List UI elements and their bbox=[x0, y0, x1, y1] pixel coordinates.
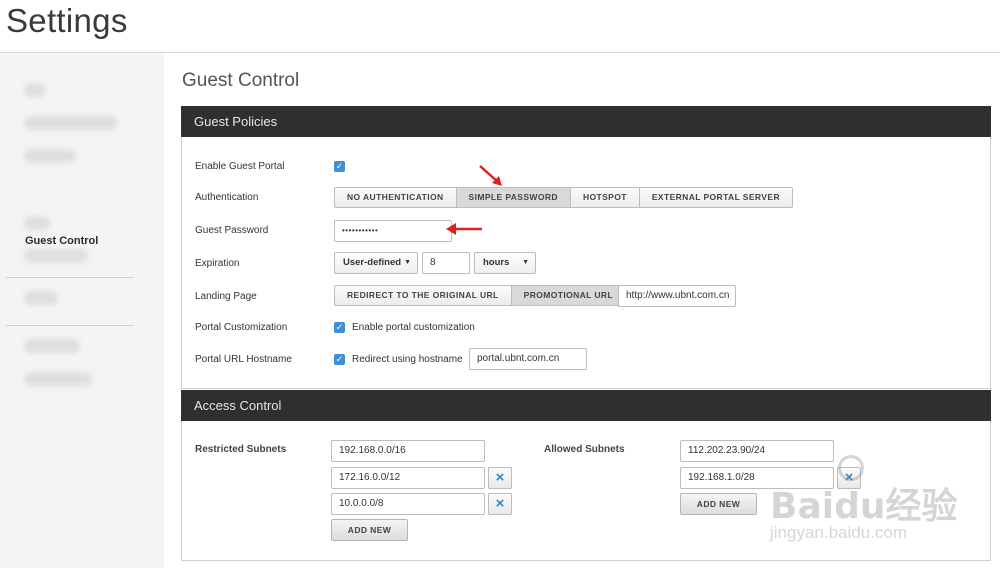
sidebar-divider bbox=[6, 325, 134, 326]
expiration-unit-select[interactable]: hours ▼ bbox=[474, 252, 536, 274]
restricted-subnet-input[interactable]: 172.16.0.0/12 bbox=[331, 467, 485, 489]
allowed-subnets-label: Allowed Subnets bbox=[544, 444, 625, 455]
sidebar-item-blurred[interactable] bbox=[24, 83, 46, 97]
auth-option-hotspot[interactable]: HOTSPOT bbox=[571, 188, 640, 207]
guest-password-label: Guest Password bbox=[195, 225, 269, 236]
portal-hostname-text: Redirect using hostname bbox=[352, 354, 463, 365]
portal-customization-label: Portal Customization bbox=[195, 322, 288, 333]
add-restricted-subnet-button[interactable]: ADD NEW bbox=[331, 519, 408, 541]
landing-page-url-input[interactable]: http://www.ubnt.com.cn bbox=[618, 285, 736, 307]
expiration-unit-value: hours bbox=[483, 257, 510, 268]
expiration-mode-value: User-defined bbox=[343, 257, 402, 268]
sidebar-item-guest-control[interactable]: Guest Control bbox=[25, 235, 98, 247]
baidu-watermark: Baidu经验 jingyan.baidu.com bbox=[770, 455, 995, 565]
auth-option-no-authentication[interactable]: NO AUTHENTICATION bbox=[335, 188, 457, 207]
authentication-label: Authentication bbox=[195, 192, 259, 203]
enable-guest-portal-checkbox[interactable]: ✓ bbox=[334, 161, 345, 172]
landing-option-redirect-original[interactable]: REDIRECT TO THE ORIGINAL URL bbox=[335, 286, 512, 305]
auth-option-external-portal-server[interactable]: EXTERNAL PORTAL SERVER bbox=[640, 188, 792, 207]
access-control-header: Access Control bbox=[181, 390, 991, 421]
caret-down-icon: ▼ bbox=[404, 259, 411, 266]
sidebar-item-blurred[interactable] bbox=[24, 216, 50, 230]
section-title: Guest Control bbox=[182, 70, 300, 91]
expiration-amount-input[interactable]: 8 bbox=[422, 252, 470, 274]
guest-password-input[interactable]: ••••••••••• bbox=[334, 220, 452, 242]
checkmark-icon: ✓ bbox=[335, 354, 344, 364]
sidebar-item-blurred[interactable] bbox=[24, 116, 118, 130]
red-arrow-icon bbox=[446, 223, 482, 235]
restricted-subnet-input[interactable]: 10.0.0.0/8 bbox=[331, 493, 485, 515]
watermark-url: jingyan.baidu.com bbox=[770, 523, 908, 542]
sidebar-item-blurred[interactable] bbox=[24, 339, 80, 353]
checkmark-icon: ✓ bbox=[335, 161, 344, 171]
portal-hostname-checkbox[interactable]: ✓ bbox=[334, 354, 345, 365]
close-x-icon: × bbox=[495, 495, 505, 512]
sidebar-item-blurred[interactable] bbox=[24, 249, 88, 263]
remove-subnet-button[interactable]: × bbox=[488, 493, 512, 515]
sidebar-divider bbox=[6, 277, 134, 278]
expiration-label: Expiration bbox=[195, 258, 240, 269]
guest-policies-header: Guest Policies bbox=[181, 106, 991, 137]
landing-page-label: Landing Page bbox=[195, 291, 257, 302]
enable-guest-portal-label: Enable Guest Portal bbox=[195, 161, 285, 172]
remove-subnet-button[interactable]: × bbox=[488, 467, 512, 489]
restricted-subnet-input[interactable]: 192.168.0.0/16 bbox=[331, 440, 485, 462]
red-arrow-icon bbox=[479, 165, 502, 186]
add-allowed-subnet-button[interactable]: ADD NEW bbox=[680, 493, 757, 515]
sidebar-item-blurred[interactable] bbox=[24, 372, 92, 386]
portal-customization-checkbox[interactable]: ✓ bbox=[334, 322, 345, 333]
checkmark-icon: ✓ bbox=[335, 322, 344, 332]
landing-page-options: REDIRECT TO THE ORIGINAL URL PROMOTIONAL… bbox=[334, 285, 627, 306]
sidebar-item-blurred[interactable] bbox=[24, 291, 58, 305]
expiration-mode-select[interactable]: User-defined ▼ bbox=[334, 252, 418, 274]
portal-hostname-input[interactable]: portal.ubnt.com.cn bbox=[469, 348, 587, 370]
portal-customization-text: Enable portal customization bbox=[352, 322, 475, 333]
sidebar: Guest Control bbox=[0, 53, 164, 568]
restricted-subnets-label: Restricted Subnets bbox=[195, 444, 287, 455]
auth-option-simple-password[interactable]: SIMPLE PASSWORD bbox=[456, 188, 571, 207]
caret-down-icon: ▼ bbox=[522, 259, 529, 266]
authentication-options: NO AUTHENTICATION SIMPLE PASSWORD HOTSPO… bbox=[334, 187, 793, 208]
close-x-icon: × bbox=[495, 469, 505, 486]
sidebar-item-blurred[interactable] bbox=[24, 149, 76, 163]
page-title: Settings bbox=[6, 2, 128, 39]
watermark-logo-text: Baidu经验 bbox=[770, 486, 958, 527]
portal-url-hostname-label: Portal URL Hostname bbox=[195, 354, 292, 365]
landing-option-promotional-url[interactable]: PROMOTIONAL URL bbox=[511, 286, 626, 305]
